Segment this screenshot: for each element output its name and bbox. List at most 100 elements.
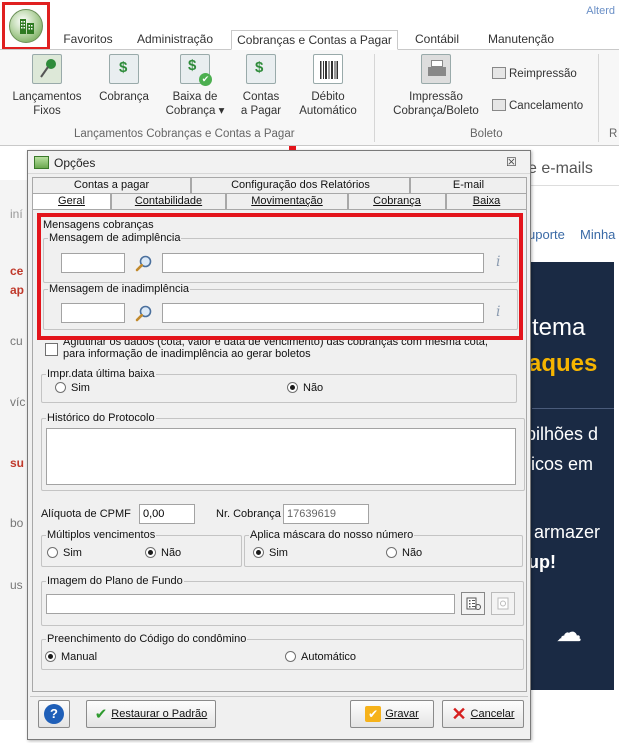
impressao-label: Impressão Cobrança/Boleto: [393, 91, 479, 117]
contas-pagar-button[interactable]: $ Contas a Pagar: [236, 54, 286, 118]
cobranca-label: Cobrança: [99, 91, 149, 103]
bg-item: us: [10, 578, 23, 592]
mascara-sim-radio[interactable]: Sim: [253, 547, 288, 559]
tab-email[interactable]: E-mail: [410, 177, 527, 193]
impr-data-sim-radio[interactable]: Sim: [55, 382, 90, 394]
dialog-title-bar: Opções ☒: [28, 151, 530, 174]
bg-banner-text: aques: [528, 350, 598, 377]
historico-label: Histórico do Protocolo: [47, 412, 155, 424]
gravar-button[interactable]: ✔ Gravar: [350, 700, 434, 728]
bg-item: ap: [10, 283, 25, 297]
impressao-button[interactable]: Impressão Cobrança/Boleto: [386, 54, 486, 118]
bg-banner-text: ticos em: [528, 454, 594, 474]
bg-item: iní: [10, 207, 23, 221]
ribbon-tab-bar: Favoritos Administração Cobranças e Cont…: [0, 26, 619, 50]
preenchimento-label: Preenchimento do Código do condômino: [47, 633, 247, 645]
view-image-button[interactable]: [491, 592, 515, 615]
radio-label: Sim: [71, 382, 90, 394]
multiplos-sim-radio[interactable]: Sim: [47, 547, 82, 559]
bg-suporte: uporte: [528, 227, 565, 242]
radio-label: Não: [303, 382, 324, 394]
tab-favoritos[interactable]: Favoritos: [58, 30, 118, 50]
radio-dot: [47, 547, 58, 558]
dialog-title: Opções: [54, 156, 96, 170]
radio-dot: [386, 547, 397, 558]
mascara-nao-radio[interactable]: Não: [386, 547, 422, 559]
bg-minha: Minha: [580, 227, 616, 242]
impr-data-nao-radio[interactable]: Não: [287, 382, 323, 394]
tab-administracao[interactable]: Administração: [130, 30, 220, 50]
bg-banner-text: armazer: [534, 522, 601, 542]
aglutinar-checkbox[interactable]: [45, 343, 58, 356]
contas-pagar-label: Contas a Pagar: [240, 91, 282, 117]
radio-label: Manual: [61, 651, 98, 663]
highlight-box: [37, 213, 523, 340]
window-title: Alterd: [586, 5, 615, 17]
reimpressao-label: Reimpressão: [509, 68, 577, 80]
image-view-icon: [497, 597, 509, 610]
multiplos-nao-radio[interactable]: Não: [145, 547, 181, 559]
preenchimento-group: Preenchimento do Código do condômino: [41, 634, 524, 670]
lancamentos-fixos-button[interactable]: Lançamentos Fixos: [6, 54, 88, 118]
aliquota-input[interactable]: [139, 504, 195, 524]
tab-contabil[interactable]: Contábil: [408, 30, 466, 50]
printer-small-icon: [492, 67, 506, 79]
preenchimento-manual-radio[interactable]: Manual: [45, 651, 97, 663]
background-support-area: uporte Minha: [528, 195, 616, 257]
debito-automatico-label: Débito Automático: [299, 91, 357, 117]
browse-folder-button[interactable]: [461, 592, 485, 615]
tab-cobranca[interactable]: Cobrança: [348, 193, 446, 209]
historico-textarea[interactable]: [46, 428, 516, 485]
impr-data-label: Impr.data última baixa: [47, 368, 155, 380]
tab-manutencao[interactable]: Manutenção: [480, 30, 562, 50]
group-separator: [374, 54, 375, 142]
bg-banner-text: up!: [528, 552, 556, 572]
background-sidebar: iní ce ap cu víc su bo us: [0, 180, 28, 720]
group-label-partial: R: [609, 128, 618, 140]
reimpressao-button[interactable]: Reimpressão: [492, 67, 577, 80]
imagem-path-input[interactable]: [46, 594, 455, 614]
tab-cobranca-label: Cobrança: [373, 195, 421, 207]
multiplos-label: Múltiplos vencimentos: [47, 529, 156, 541]
mascara-label: Aplica máscara do nosso número: [250, 529, 414, 541]
pin-note-icon: [32, 54, 62, 84]
tab-configuracao-relatorios[interactable]: Configuração dos Relatórios: [191, 177, 410, 193]
bg-banner-text: tema: [532, 314, 586, 341]
cobranca-button[interactable]: $ Cobrança: [94, 54, 154, 104]
close-x-icon: ✕: [451, 703, 467, 724]
baixa-cobranca-label: Baixa de Cobrança ▾: [165, 91, 225, 117]
bg-item: bo: [10, 516, 24, 530]
impr-data-group: Impr.data última baixa: [41, 369, 517, 403]
nr-cobranca-input[interactable]: [283, 504, 369, 524]
restaurar-padrao-button[interactable]: ✔ Restaurar o Padrão: [86, 700, 216, 728]
debito-automatico-button[interactable]: Débito Automático: [292, 54, 364, 118]
tab-cobrancas[interactable]: Cobranças e Contas a Pagar: [231, 30, 398, 50]
dollar-check-icon: $ ✔: [180, 54, 212, 86]
restaurar-label: Restaurar o Padrão: [111, 708, 208, 720]
cloud-upload-icon: ☁: [556, 617, 582, 647]
building-icon: [34, 156, 49, 169]
bg-banner-text: bilhões d: [528, 424, 599, 444]
bg-item: su: [10, 456, 25, 470]
tab-baixa[interactable]: Baixa: [446, 193, 527, 209]
tab-contas-a-pagar[interactable]: Contas a pagar: [32, 177, 191, 193]
background-tab: e e-mails: [528, 152, 619, 186]
preenchimento-automatico-radio[interactable]: Automático: [285, 651, 356, 663]
baixa-cobranca-button[interactable]: $ ✔ Baixa de Cobrança ▾: [160, 54, 230, 118]
close-icon[interactable]: ☒: [506, 155, 517, 169]
bg-item: víc: [10, 395, 26, 409]
cancelamento-label: Cancelamento: [509, 100, 584, 112]
group-label-boleto: Boleto: [470, 128, 503, 140]
printer-icon: [421, 54, 451, 84]
tab-geral[interactable]: Geral: [32, 193, 111, 209]
cancelar-label: Cancelar: [470, 708, 515, 720]
help-button[interactable]: ?: [38, 700, 70, 728]
highlight-marker: [289, 146, 296, 150]
tab-movimentacao[interactable]: Movimentação: [226, 193, 348, 209]
bg-item: ce: [10, 264, 24, 278]
cancelamento-button[interactable]: Cancelamento: [492, 99, 583, 112]
cancelar-button[interactable]: ✕ Cancelar: [442, 700, 524, 728]
check-icon: ✔: [94, 705, 108, 723]
radio-label: Automático: [301, 651, 357, 663]
tab-contabilidade[interactable]: Contabilidade: [111, 193, 226, 209]
